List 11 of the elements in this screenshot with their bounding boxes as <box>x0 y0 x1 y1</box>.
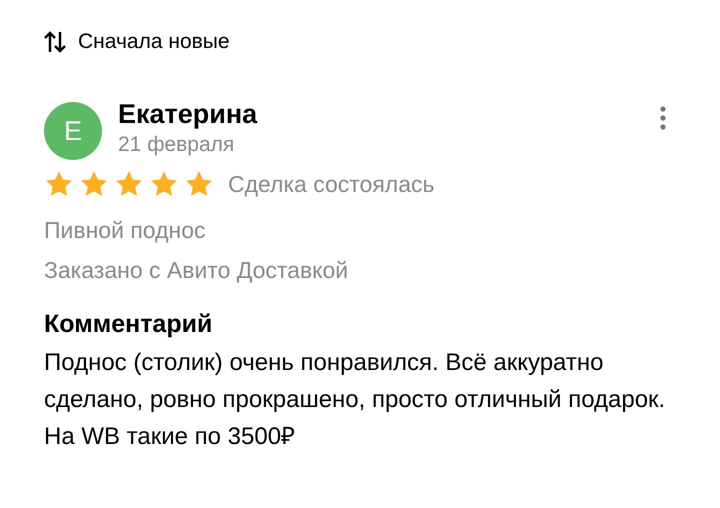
author-name: Екатерина <box>118 98 258 130</box>
avatar: Е <box>44 102 102 160</box>
more-icon[interactable] <box>660 106 666 130</box>
review-date: 21 февраля <box>118 132 236 158</box>
comment-text: Поднос (столик) очень понравился. Всё аккуратно сделано, ровно прокрашено, просто отличный подарок. На WB такие по 3500₽ <box>44 348 666 452</box>
item-name: Пивной поднос <box>44 216 206 245</box>
deal-status: Сделка состоялась <box>228 170 434 199</box>
delivery-note: Заказано с Авито Доставкой <box>44 256 350 285</box>
comment-title: Комментарий <box>44 309 214 340</box>
sort-icon <box>44 30 66 54</box>
sort-button[interactable]: Сначала новые <box>44 26 230 58</box>
